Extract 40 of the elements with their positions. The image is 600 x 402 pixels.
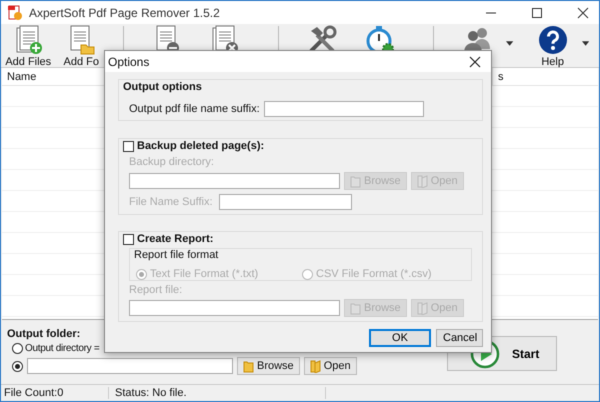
toolbar-button[interactable]: Help: [524, 24, 582, 66]
group-title: Report file format: [134, 249, 220, 261]
radio-button[interactable]: [12, 360, 23, 372]
radio-label: Output directory =: [25, 343, 100, 354]
maximize-icon[interactable]: [531, 6, 543, 18]
field-label: Backup directory:: [129, 156, 215, 168]
output-folder-field[interactable]: [27, 358, 233, 374]
radio-label: CSV File Format (*.csv): [316, 268, 432, 280]
field-label: Report file:: [129, 284, 184, 296]
window-title: AxpertSoft Pdf Page Remover 1.5.2: [29, 6, 220, 20]
status-text: File Count:0: [1, 387, 109, 399]
dropdown-caret-icon[interactable]: [582, 41, 589, 46]
group-title: Output options: [123, 81, 203, 93]
cancel-button[interactable]: Cancel: [436, 329, 483, 347]
help-icon: [538, 25, 568, 55]
radio-label: Text File Format (*.txt): [150, 268, 258, 280]
close-icon[interactable]: [577, 6, 589, 18]
open-folder-icon: [416, 302, 428, 314]
browse-button[interactable]: Browse: [237, 357, 300, 375]
folder-icon: [243, 360, 254, 372]
radio-button[interactable]: [12, 343, 23, 354]
folder-icon: [350, 174, 361, 188]
suffix-field[interactable]: [264, 101, 424, 117]
field-label: File Name Suffix:: [129, 196, 213, 208]
open-button[interactable]: Open: [304, 357, 357, 375]
ok-button[interactable]: OK: [369, 329, 431, 347]
field-label: Output pdf file name suffix:: [129, 103, 260, 115]
app-icon: [7, 4, 23, 20]
checkbox-label: Create Report:: [137, 233, 214, 245]
toolbar-button[interactable]: Add Files: [1, 24, 56, 66]
toolbar-button[interactable]: Add Fo: [64, 24, 99, 66]
folder-icon: [350, 302, 361, 314]
checkbox-label: Backup deleted page(s):: [137, 140, 264, 152]
output-folder-label: Output folder:: [7, 328, 80, 340]
status-text: Status: No file.: [109, 387, 326, 399]
close-icon[interactable]: [469, 56, 481, 68]
open-folder-icon: [416, 174, 428, 188]
open-folder-icon: [310, 360, 321, 372]
dropdown-caret-icon[interactable]: [506, 41, 514, 46]
dialog-title: Options: [108, 54, 150, 68]
